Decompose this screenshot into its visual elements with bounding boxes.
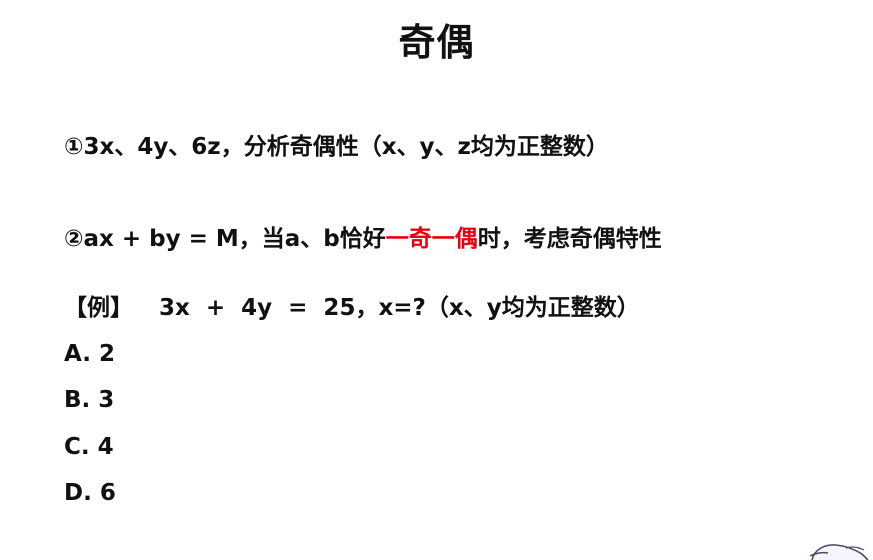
example-question: 【例】 3x + 4y = 25，x=?（x、y均为正整数） xyxy=(64,292,640,324)
example-tag: 【例】 xyxy=(64,295,133,321)
option-b: B. 3 xyxy=(64,387,115,413)
point-1: ①3x、4y、6z，分析奇偶性（x、y、z均为正整数） xyxy=(64,134,609,160)
point-2-before: ②ax + by = M，当a、b恰好 xyxy=(64,226,386,252)
example-text: 3x + 4y = 25，x=?（x、y均为正整数） xyxy=(159,295,640,321)
point-2-highlight: 一奇一偶 xyxy=(385,226,478,252)
option-a: A. 2 xyxy=(64,341,115,367)
slide-title: 奇偶 xyxy=(398,21,475,64)
option-c: C. 4 xyxy=(64,434,114,460)
option-d: D. 6 xyxy=(64,480,116,506)
cartoon-mascot-icon xyxy=(809,544,869,560)
point-2-after: 时，考虑奇偶特性 xyxy=(477,226,662,252)
point-2: ②ax + by = M，当a、b恰好一奇一偶时，考虑奇偶特性 xyxy=(64,223,662,255)
